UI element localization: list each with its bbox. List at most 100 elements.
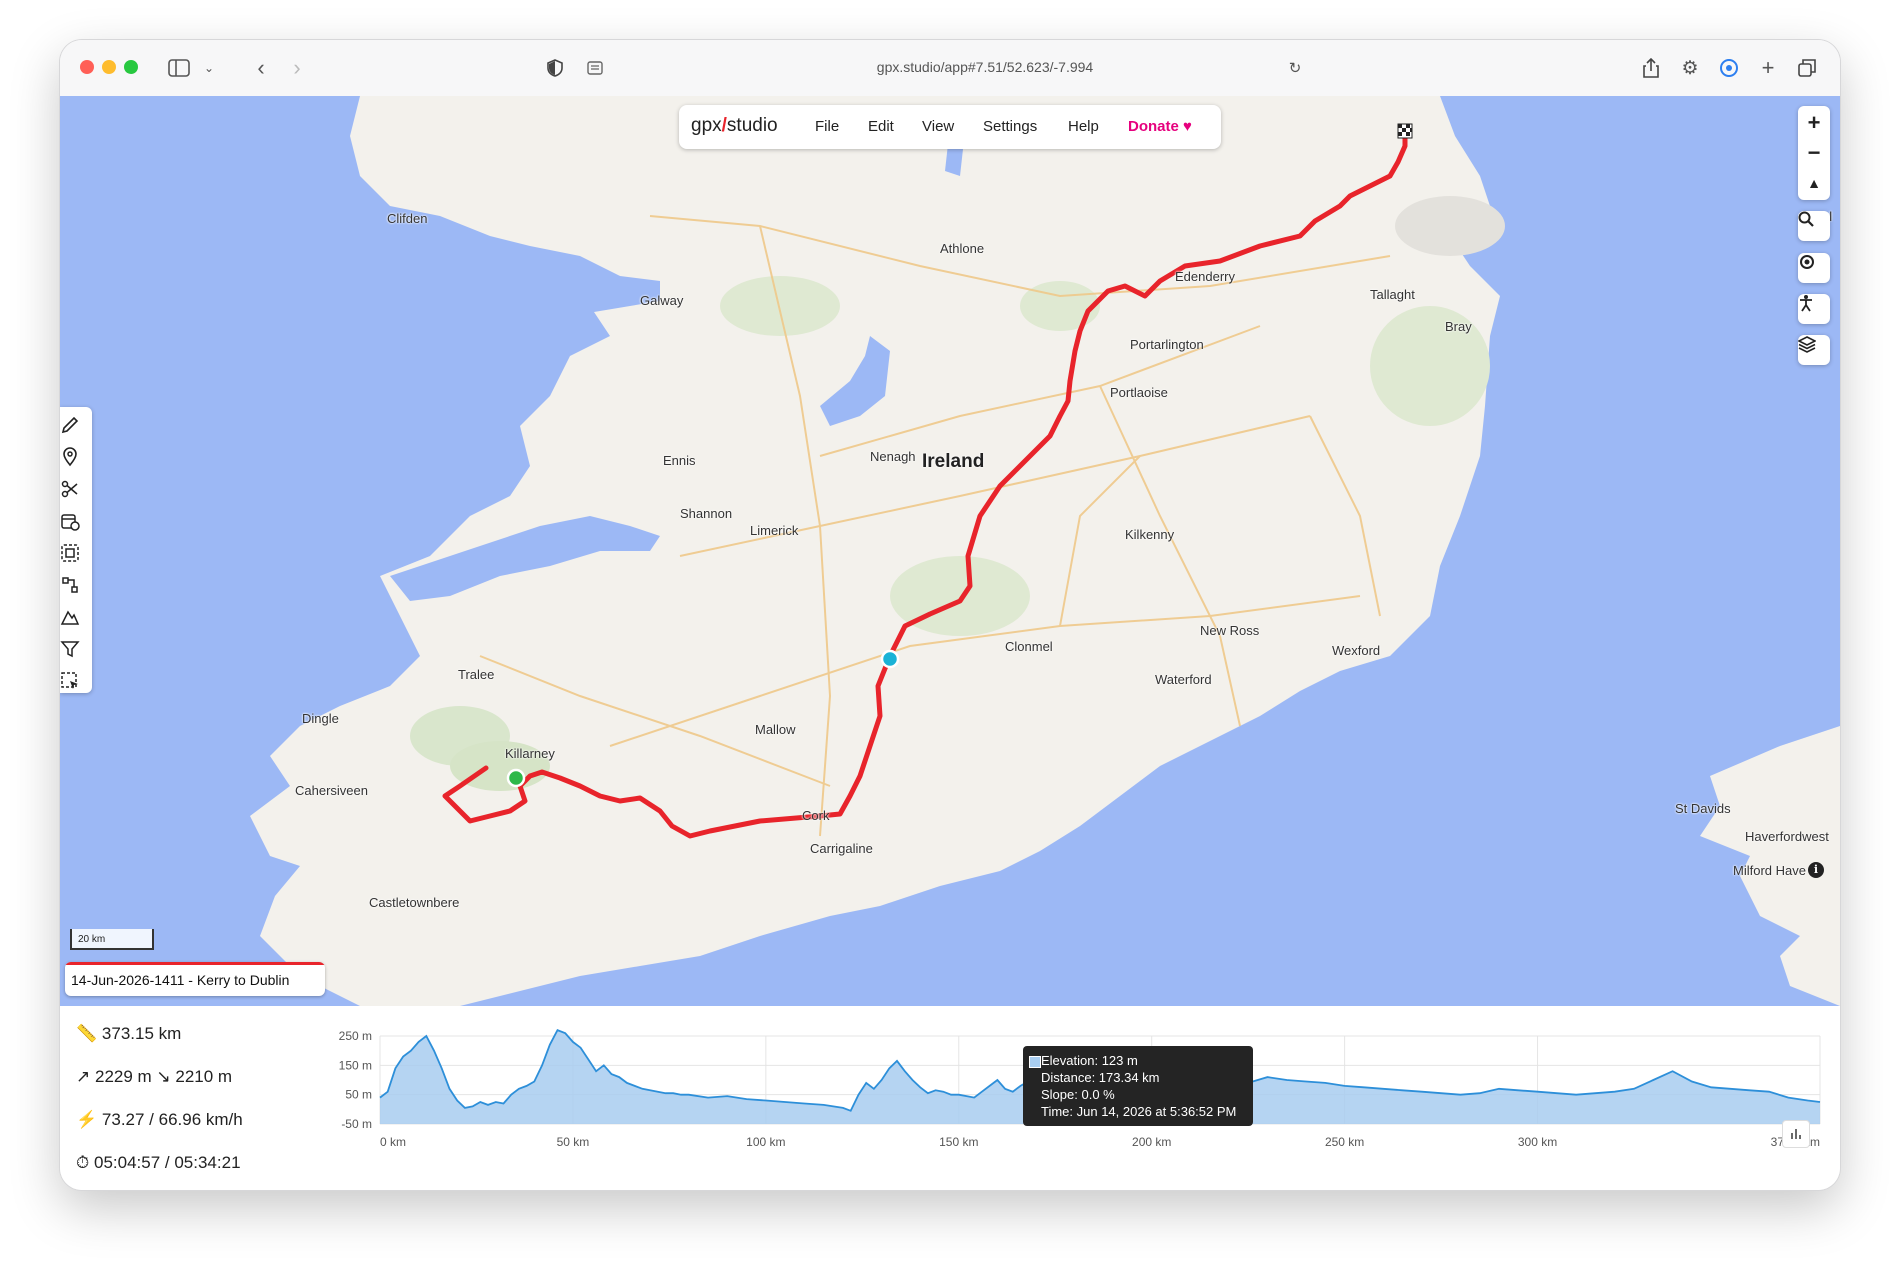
address-bar[interactable]: gpx.studio/app#7.51/52.623/-7.994 (600, 51, 1370, 85)
place-label: Cahersiveen (295, 783, 368, 798)
forward-icon[interactable]: › (284, 55, 310, 80)
cursor-position-marker (880, 649, 900, 669)
bar-chart-icon (1791, 1129, 1801, 1139)
extension-icon[interactable] (1716, 56, 1742, 80)
elevation-icon[interactable] (60, 607, 80, 627)
privacy-shield-icon[interactable] (542, 56, 568, 80)
place-label: Bray (1445, 319, 1472, 334)
x-tick-label: 300 km (1518, 1135, 1557, 1149)
place-label: Waterford (1155, 672, 1212, 687)
street-view-button[interactable] (1798, 294, 1830, 324)
menu-view[interactable]: View (922, 118, 954, 135)
chart-options-button[interactable] (1782, 1120, 1810, 1148)
x-tick-label: 100 km (746, 1135, 785, 1149)
back-icon[interactable]: ‹ (248, 55, 274, 80)
waypoints-icon[interactable] (60, 575, 80, 595)
zoom-out-button[interactable]: − (1798, 138, 1830, 168)
pencil-icon[interactable] (60, 415, 80, 435)
elevation-stat: ↗ 2229 m ↘ 2210 m (76, 1067, 232, 1087)
place-label: Portarlington (1130, 337, 1204, 352)
layers-icon (1798, 335, 1830, 365)
place-label: Clonmel (1005, 639, 1053, 654)
browser-window: ⌄ ‹ › gpx.studio/app#7.51/52.623/-7.994 … (60, 40, 1840, 1190)
x-tick-label: 200 km (1132, 1135, 1171, 1149)
chevron-down-icon[interactable]: ⌄ (196, 56, 222, 80)
place-label: Kilkenny (1125, 527, 1175, 542)
locate-icon (1798, 253, 1830, 283)
place-label: Ireland (922, 451, 985, 472)
locate-button[interactable] (1798, 253, 1830, 283)
menu-help[interactable]: Help (1068, 118, 1099, 135)
donate-label: Donate (1128, 118, 1179, 135)
filter-icon[interactable] (60, 639, 80, 659)
tooltip-distance: Distance: 173.34 km (1041, 1070, 1160, 1085)
scale-label: 20 km (78, 934, 106, 945)
calendar-clock-icon[interactable] (60, 511, 80, 531)
place-label: Killarney (505, 746, 555, 761)
minimize-window-button[interactable] (102, 60, 116, 74)
url-text: gpx.studio/app#7.51/52.623/-7.994 (876, 59, 1094, 75)
place-label: Carrigaline (810, 841, 873, 856)
y-tick-label: 50 m (345, 1088, 372, 1102)
speed-stat: ⚡ 73.27 / 66.96 km/h (76, 1110, 243, 1130)
dublin-urban-area (1395, 196, 1505, 256)
attribution-info-icon[interactable]: i (1808, 862, 1824, 878)
ireland-landmass (250, 96, 1500, 1006)
layers-button[interactable] (1798, 335, 1830, 365)
elevation-value: 2229 m ↘ 2210 m (94, 1067, 233, 1086)
map-pin-icon[interactable] (60, 447, 80, 467)
scale-bar: 20 km (70, 929, 154, 950)
tooltip-slope: Slope: 0.0 % (1041, 1087, 1115, 1102)
track-color-strip (65, 962, 325, 965)
track-name: 14-Jun-2026-1411 - Kerry to Dublin (71, 972, 290, 988)
x-tick-label: 250 km (1325, 1135, 1364, 1149)
place-label: Dingle (302, 711, 339, 726)
place-label: Cork (802, 808, 830, 823)
new-tab-icon[interactable]: + (1755, 55, 1781, 80)
zoom-controls: + − ▲ (1798, 106, 1830, 200)
app-menubar: gpx/studio File Edit View Settings Help … (679, 105, 1221, 149)
place-label: Tallaght (1370, 287, 1415, 302)
reload-icon[interactable]: ↻ (1282, 56, 1308, 80)
y-tick-label: -50 m (341, 1117, 372, 1131)
select-icon[interactable] (60, 671, 80, 691)
time-value: 05:04:57 / 05:34:21 (94, 1153, 241, 1172)
place-label: Wexford (1332, 643, 1381, 658)
track-file-tab[interactable]: 14-Jun-2026-1411 - Kerry to Dublin (65, 962, 325, 996)
zap-icon: ⚡ (76, 1110, 98, 1129)
ruler-icon: 📏 (76, 1024, 98, 1043)
distance-stat: 📏 373.15 km (76, 1024, 181, 1044)
merge-icon[interactable] (60, 543, 80, 563)
place-label: Portlaoise (1110, 385, 1168, 400)
place-label: New Ross (1200, 623, 1260, 638)
share-icon[interactable] (1638, 56, 1664, 80)
scissors-icon[interactable] (60, 479, 80, 499)
place-label: Castletownbere (369, 895, 460, 910)
compass-icon[interactable]: ▲ (1798, 168, 1830, 198)
x-tick-label: 50 km (557, 1135, 590, 1149)
x-tick-label: 0 km (380, 1135, 406, 1149)
search-button[interactable] (1798, 211, 1830, 241)
place-label: Mallow (755, 722, 796, 737)
time-stat: ⏱ 05:04:57 / 05:34:21 (76, 1153, 241, 1173)
gpx-studio-logo: gpx/studio (691, 115, 778, 136)
zoom-in-button[interactable]: + (1798, 108, 1830, 138)
heart-icon: ♥ (1183, 118, 1192, 135)
donate-button[interactable]: Donate ♥ (1128, 118, 1192, 135)
finish-flag-icon (1397, 123, 1413, 139)
edit-toolbar (60, 407, 92, 693)
gear-icon[interactable]: ⚙ (1677, 56, 1703, 80)
menu-edit[interactable]: Edit (868, 118, 894, 135)
tooltip-elevation: Elevation: 123 m (1041, 1053, 1138, 1068)
chart-tooltip: Elevation: 123 m Distance: 173.34 km Slo… (1023, 1046, 1253, 1126)
place-label: Tralee (458, 667, 495, 682)
tab-overview-icon[interactable] (1794, 56, 1820, 80)
menu-settings[interactable]: Settings (983, 118, 1037, 135)
map-canvas[interactable]: Clifden Athlone Edenderry Galway Tallagh… (60, 96, 1840, 1006)
close-window-button[interactable] (80, 60, 94, 74)
menu-file[interactable]: File (815, 118, 839, 135)
zoom-window-button[interactable] (124, 60, 138, 74)
tooltip-swatch (1029, 1056, 1041, 1068)
sidebar-toggle-icon[interactable] (166, 56, 192, 80)
person-icon (1798, 294, 1830, 324)
